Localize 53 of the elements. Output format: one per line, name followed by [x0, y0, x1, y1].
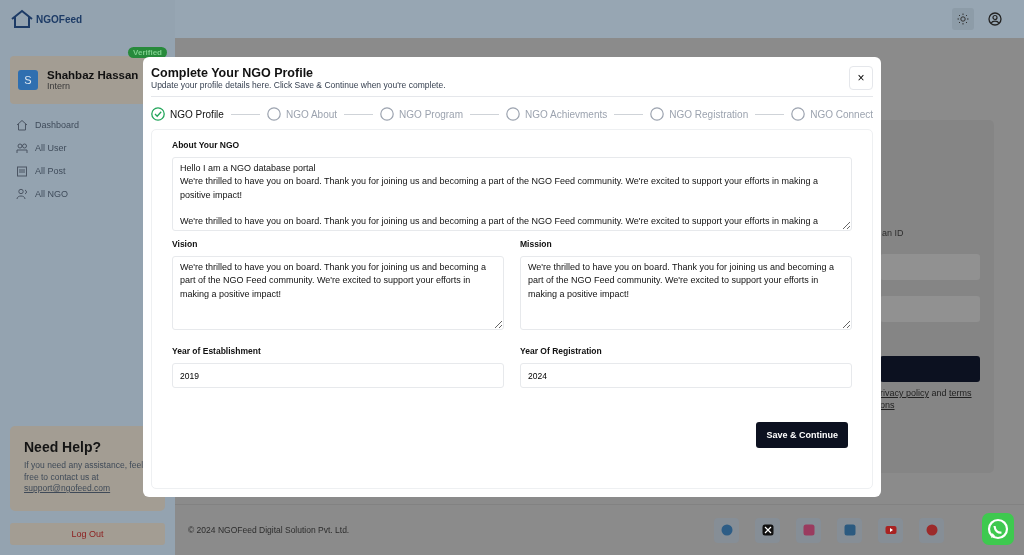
help-title: Need Help?	[24, 439, 102, 455]
vision-textarea[interactable]: We're thrilled to have you on board. Thank you for joining us and becoming a part of the NGO Feed community. We're excited to support your efforts in making a positive impact!	[172, 256, 504, 330]
nav-item[interactable]: All Post	[16, 162, 165, 179]
user-name: Shahbaz Hassan	[47, 69, 139, 81]
field-label: Year of Establishment	[172, 346, 262, 356]
avatar: S	[18, 70, 38, 90]
users-icon	[16, 141, 28, 154]
nav-item[interactable]: All NGO	[16, 185, 165, 202]
user-role: Intern	[47, 81, 71, 91]
youtube-button[interactable]	[878, 517, 903, 543]
step-tab[interactable]: NGO Program	[380, 107, 463, 121]
field-label: Vision	[172, 239, 199, 249]
nav-item[interactable]: All User	[16, 139, 165, 156]
mission-textarea[interactable]: We're thrilled to have you on board. Thank you for joining us and becoming a part of the NGO Feed community. We're excited to support your efforts in making a positive impact!	[520, 256, 852, 330]
step-tab[interactable]: NGO Connect	[791, 107, 874, 121]
field-label: Mission	[520, 239, 553, 249]
circle-icon	[506, 107, 520, 121]
dialog-subtitle: Update your profile details here. Click Save & Continue when you're complete.	[151, 80, 446, 90]
logo-icon	[10, 9, 34, 29]
circle-icon	[650, 107, 665, 121]
save-continue-button[interactable]: Save & Continue	[756, 422, 848, 448]
about-textarea[interactable]: Hello I am a NGO database portal We're thrilled to have you on board. Thank you for joining us and becoming a part of the NGO Feed community. We're excited to support your efforts in making a positive impact! We're thrilled to have you on board. Thank you for joining us and becoming a part of the NGO Feed community. We're excited to support your efforts in making a	[172, 157, 852, 231]
logout-button[interactable]: Log Out	[10, 523, 165, 545]
verified-badge: Verified	[128, 47, 167, 58]
x-icon	[761, 524, 774, 536]
step-tab[interactable]: NGO Achievments	[506, 107, 608, 121]
field-label: Year Of Registration	[520, 346, 603, 356]
consent-text: and	[930, 388, 948, 398]
terms-link[interactable]: terms	[949, 388, 972, 398]
people-icon	[16, 187, 28, 200]
youtube-icon	[884, 524, 897, 536]
logo-text: NGOFeed	[36, 13, 83, 25]
circle-icon	[380, 107, 395, 121]
copyright-text: © 2024 NGOFeed Digital Solution Pvt. Ltd.	[188, 525, 351, 535]
post-icon	[16, 164, 28, 177]
home-icon	[16, 118, 28, 131]
profile-icon[interactable]	[988, 12, 1002, 26]
whatsapp-button[interactable]	[982, 513, 1014, 545]
sun-icon	[957, 13, 969, 25]
circle-icon	[266, 107, 281, 121]
step-tab[interactable]: NGO About	[266, 107, 338, 121]
x-button[interactable]	[755, 517, 780, 543]
field-label: About Your NGO	[172, 140, 241, 150]
field-label: an ID	[882, 228, 905, 238]
establishment-year-field[interactable]: 2019	[172, 363, 504, 388]
step-tab[interactable]: NGO Registration	[650, 107, 749, 121]
theme-toggle-button[interactable]	[952, 8, 974, 30]
close-button[interactable]: ×	[849, 66, 873, 90]
privacy-policy-link[interactable]: rivacy policy	[880, 388, 929, 398]
registration-year-field[interactable]: 2024	[520, 363, 852, 388]
circle-icon	[791, 107, 806, 121]
check-circle-icon	[151, 107, 165, 121]
dialog-title: Complete Your NGO Profile	[151, 66, 315, 80]
